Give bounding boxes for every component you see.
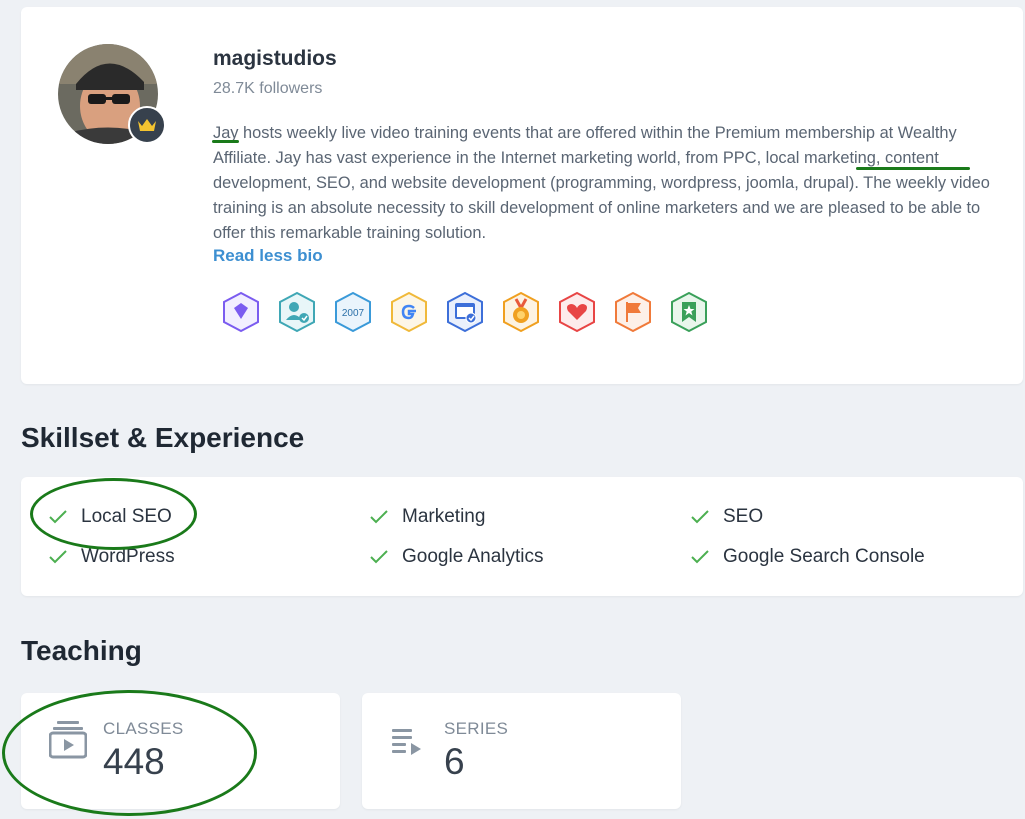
skillset-heading: Skillset & Experience	[21, 422, 305, 453]
skill-label: SEO	[723, 506, 764, 527]
series-count: 6	[444, 741, 465, 782]
annotation-underline-jay	[212, 140, 239, 143]
series-label: SERIES	[444, 719, 509, 738]
check-icon	[691, 510, 709, 524]
annotation-underline-local-marketing	[856, 167, 970, 170]
star-bookmark-badge-icon[interactable]	[669, 291, 709, 333]
medal-badge-icon[interactable]	[501, 291, 541, 333]
username[interactable]: magistudios	[213, 47, 337, 71]
profile-card: magistudios 28.7K followers Jay hosts we…	[21, 7, 1023, 384]
skill-label: Marketing	[402, 506, 486, 527]
followers-count: 28.7K followers	[213, 80, 323, 97]
check-icon	[691, 550, 709, 564]
skill-item: Marketing	[370, 506, 485, 528]
skill-label: Google Analytics	[402, 546, 544, 567]
series-playlist-icon	[392, 729, 421, 755]
check-icon	[370, 550, 388, 564]
badge-year-text: 2007	[342, 308, 365, 319]
check-icon	[49, 550, 67, 564]
skill-label: Google Search Console	[723, 546, 925, 567]
flag-badge-icon[interactable]	[613, 291, 653, 333]
year-2007-badge-icon[interactable]: 2007	[333, 291, 373, 333]
skill-item: Google Analytics	[370, 546, 544, 568]
teaching-heading: Teaching	[21, 635, 142, 666]
badge-list: 2007	[221, 291, 709, 333]
series-stat-card[interactable]: SERIES 6	[362, 693, 681, 809]
diamond-badge-icon[interactable]	[221, 291, 261, 333]
bio-text: Jay hosts weekly live video training eve…	[213, 124, 990, 242]
google-badge-icon[interactable]	[389, 291, 429, 333]
website-badge-icon[interactable]	[445, 291, 485, 333]
annotation-circle-local-seo	[30, 478, 197, 550]
verified-user-badge-icon[interactable]	[277, 291, 317, 333]
heart-badge-icon[interactable]	[557, 291, 597, 333]
read-less-bio-link[interactable]: Read less bio	[213, 246, 323, 266]
check-icon	[370, 510, 388, 524]
skill-item: Google Search Console	[691, 546, 925, 568]
skill-item: SEO	[691, 506, 763, 528]
annotation-circle-classes	[2, 690, 257, 816]
premium-crown-icon	[128, 106, 166, 144]
